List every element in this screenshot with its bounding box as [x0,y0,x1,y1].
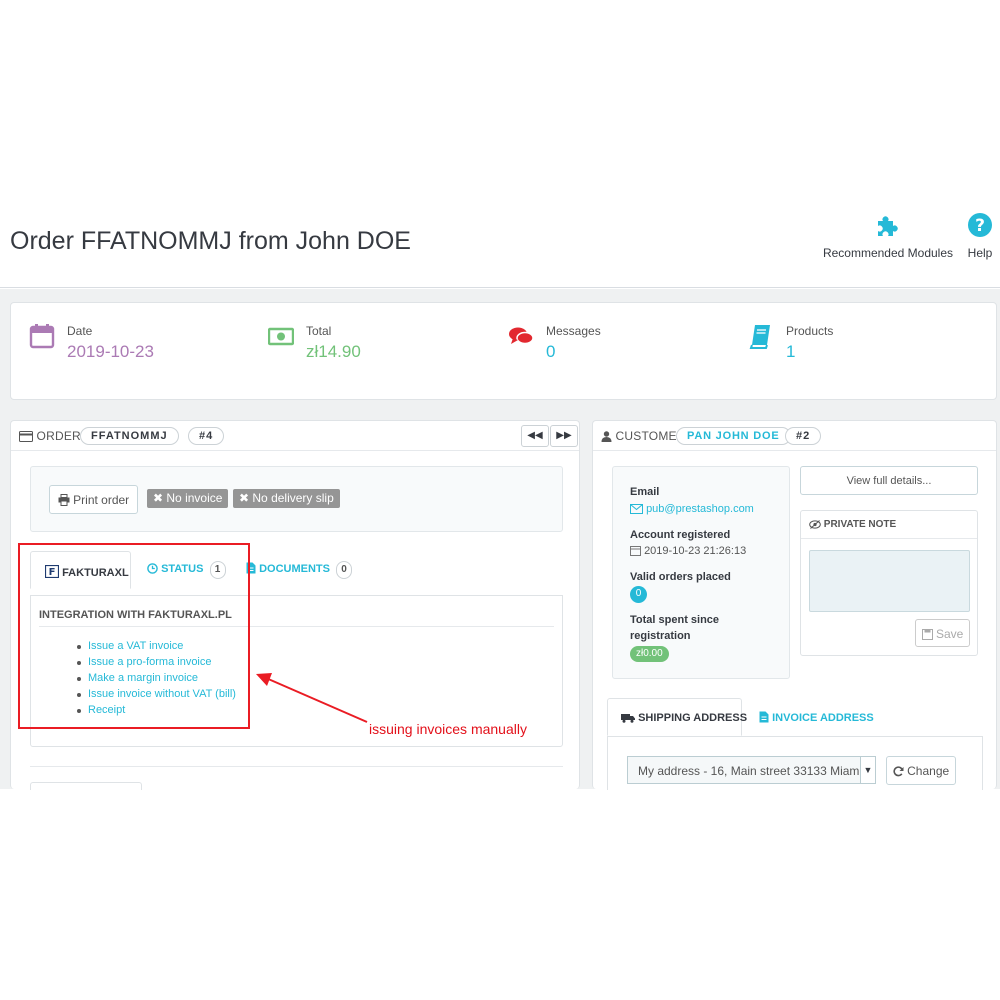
tab-invoice-address[interactable]: INVOICE ADDRESS [759,698,874,736]
valid-orders-badge: 0 [630,586,647,603]
annotation-text: issuing invoices manually [369,721,527,737]
calendar-icon [630,545,644,557]
account-registered-label: Account registered [630,529,731,541]
registered-date: 2019-10-23 21:26:13 [630,545,746,557]
comments-icon [508,323,534,349]
kpi-total-value: zł14.90 [306,342,361,361]
tab-shipping-address[interactable]: SHIPPING ADDRESS [607,698,747,736]
user-icon [601,429,616,443]
total-spent-badge: zł0.00 [630,646,669,662]
page-title: Order FFATNOMMJ from John DOE [10,227,411,255]
customer-panel-title: CUSTOMER [601,429,686,443]
no-delivery-slip-label: ✖ No delivery slip [233,489,340,508]
customer-email-link[interactable]: pub@prestashop.com [630,503,754,515]
help-label: Help [967,246,993,260]
backward-icon: ◀◀ [527,430,543,441]
no-invoice-label: ✖ No invoice [147,489,229,508]
customer-panel-header: CUSTOMER PAN JOHN DOE #2 [593,421,996,451]
credit-card-icon [19,429,37,443]
calendar-icon [29,323,55,349]
help-button[interactable]: ? Help [962,212,998,260]
recommended-modules-label: Recommended Modules [822,246,954,260]
total-spent-label-line1: Total spent since [630,614,720,626]
change-address-button[interactable]: Change [886,756,956,785]
next-order-button[interactable]: ▶▶ [550,425,578,447]
order-panel-header: ORDER FFATNOMMJ #4 ◀◀ ▶▶ [11,421,579,451]
svg-text:?: ? [975,216,985,236]
print-order-button[interactable]: Print order [49,485,138,514]
address-select[interactable]: My address - 16, Main street 33133 Miami [627,756,861,784]
total-spent-label-line2: registration [630,630,691,642]
documents-count-badge: 0 [336,561,353,579]
envelope-icon [630,503,646,515]
forward-icon: ▶▶ [556,430,572,441]
file-icon [759,711,772,724]
order-reference-badge: FFATNOMMJ [80,427,179,445]
order-panel-title: ORDER [19,429,81,443]
eye-slash-icon [809,519,824,530]
customer-name-link[interactable]: PAN JOHN DOE [676,427,791,445]
screenshot: Order FFATNOMMJ from John DOE Recommende… [0,0,1000,1000]
customer-panel: CUSTOMER PAN JOHN DOE #2 Email pub@prest… [592,420,997,790]
help-circle-icon: ? [967,212,993,238]
private-note-textarea[interactable] [809,550,970,612]
valid-orders-label: Valid orders placed [630,571,731,583]
customer-info-well: Email pub@prestashop.com Account registe… [612,466,790,679]
divider [30,766,563,767]
refresh-icon [893,764,907,778]
address-tab-pane: My address - 16, Main street 33133 Miami… [607,736,983,790]
truck-icon [621,712,638,724]
kpi-products-label: Products [786,324,834,338]
customer-id-badge: #2 [785,427,822,445]
annotation-highlight-box [18,543,250,729]
puzzle-icon [875,212,901,238]
order-id-badge: #4 [188,427,225,445]
previous-order-button[interactable]: ◀◀ [521,425,549,447]
order-actions-well: Print order ✖ No invoice ✖ No delivery s… [30,466,563,532]
kpi-products-value: 1 [786,342,796,361]
save-icon [921,627,936,641]
kpi-messages-label: Messages [546,324,601,338]
kpi-panel: Date 2019-10-23 Total zł14.90 Messages 0… [10,302,997,400]
page-header: Order FFATNOMMJ from John DOE Recommende… [0,200,1000,288]
save-note-button[interactable]: Save [915,619,970,647]
kpi-messages-value: 0 [546,342,556,361]
print-icon [58,493,73,507]
book-icon [748,323,774,349]
view-full-details-button[interactable]: View full details... [800,466,978,495]
annotation-arrow-icon [256,673,368,723]
kpi-total-label: Total [306,324,332,338]
private-note-panel: PRIVATE NOTE Save [800,510,978,656]
private-note-title: PRIVATE NOTE [809,519,896,530]
money-icon [267,323,295,349]
recommended-modules-button[interactable]: Recommended Modules [818,212,958,260]
email-label: Email [630,486,660,498]
private-note-header: PRIVATE NOTE [801,511,977,539]
kpi-date-label: Date [67,324,93,338]
kpi-date-value: 2019-10-23 [67,342,154,361]
tab-documents[interactable]: DOCUMENTS 0 [246,551,353,589]
chevron-down-icon[interactable]: ▼ [860,756,876,784]
next-panel-tab-stub [30,782,142,790]
